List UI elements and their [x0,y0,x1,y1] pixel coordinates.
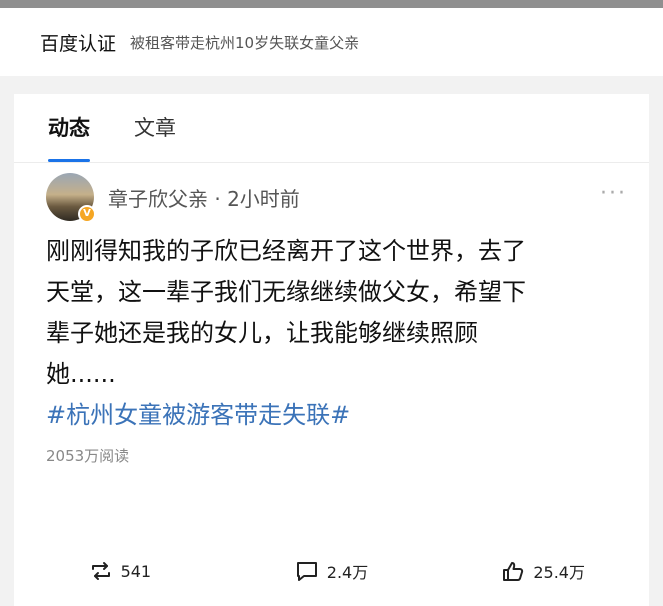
comment-icon [296,562,317,581]
post: V 章子欣父亲 · 2小时前 ··· 刚刚得知我的子欣已经离开了这个世界，去了 … [14,163,649,466]
post-body-line: 辈子她还是我的女儿，让我能够继续照顾 [46,319,478,347]
top-bar [0,0,663,8]
post-body: 刚刚得知我的子欣已经离开了这个世界，去了 天堂，这一辈子我们无缘继续做父女，希望… [46,231,606,395]
post-body-line: 她...... [46,360,116,388]
thumbs-up-icon [503,562,524,581]
repost-icon [91,562,110,580]
certification-text: 被租客带走杭州10岁失联女童父亲 [130,33,360,52]
like-count: 25.4万 [533,563,585,582]
comment-button[interactable]: 2.4万 [226,559,438,583]
certification-title: 百度认证 [40,32,117,55]
tab-bar: 动态 文章 [14,94,649,162]
tab-articles[interactable]: 文章 [134,112,176,156]
verified-badge-icon: V [78,205,96,223]
post-header: V 章子欣父亲 · 2小时前 [46,163,617,231]
post-body-line: 刚刚得知我的子欣已经离开了这个世界，去了 [46,237,526,265]
comment-count: 2.4万 [326,563,369,582]
tab-dynamics[interactable]: 动态 [48,112,90,162]
section-gap [0,76,663,94]
more-options-icon[interactable]: ··· [600,181,627,206]
repost-count: 541 [120,561,152,581]
hashtag-link[interactable]: #杭州女童被游客带走失联# [46,395,617,435]
post-card: 动态 文章 V 章子欣父亲 · 2小时前 ··· 刚刚得知我的子欣已经离开了这个… [14,94,649,606]
avatar[interactable]: V [46,173,96,223]
read-count: 2053万阅读 [46,447,130,465]
like-button[interactable]: 25.4万 [437,559,649,583]
action-bar: 541 2.4万 25.4万 [14,536,649,606]
post-body-line: 天堂，这一辈子我们无缘继续做父女，希望下 [46,278,526,306]
certification-bar: 百度认证 被租客带走杭州10岁失联女童父亲 [0,8,663,76]
repost-button[interactable]: 541 [14,560,226,582]
author-line[interactable]: 章子欣父亲 · 2小时前 [108,183,300,212]
